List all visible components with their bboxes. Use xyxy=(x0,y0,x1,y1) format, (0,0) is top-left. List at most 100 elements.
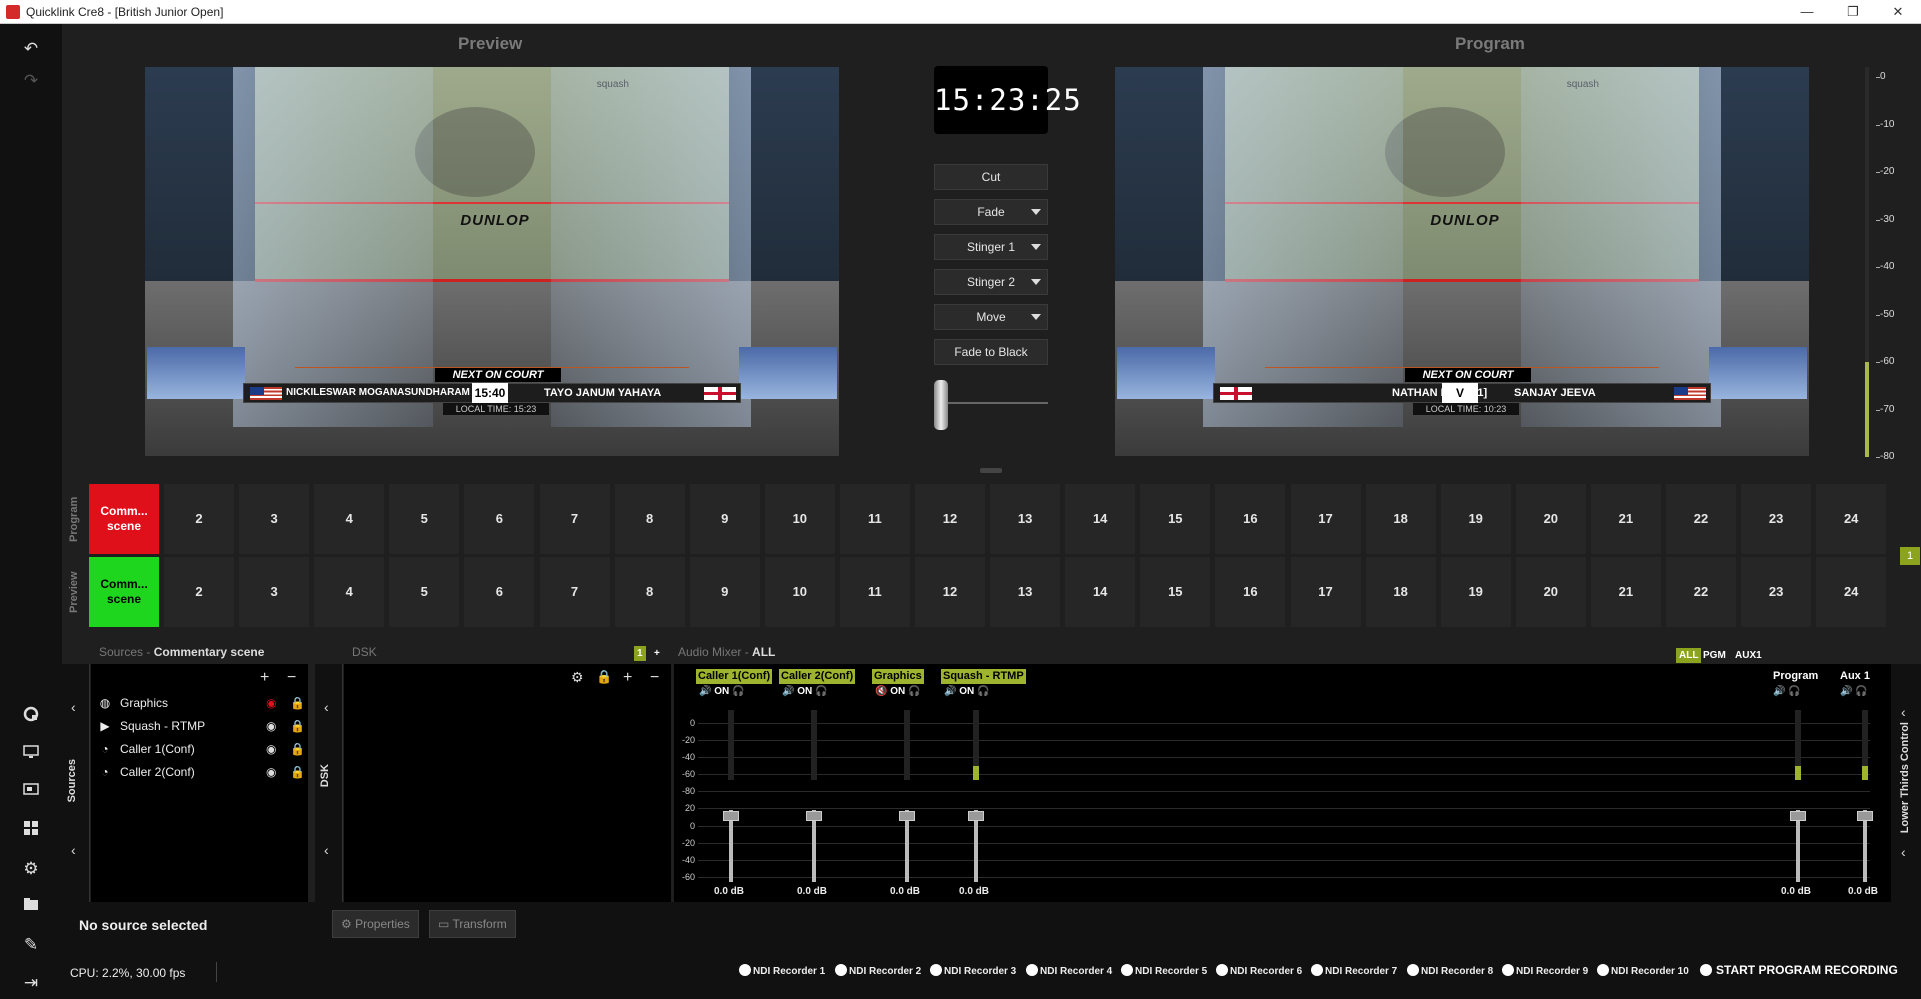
ndi-recorder-toggle[interactable]: NDI Recorder 4 xyxy=(1026,964,1112,977)
magic-wand-icon[interactable]: ✎ xyxy=(0,930,62,960)
chevron-down-icon[interactable] xyxy=(1031,314,1041,320)
channel-fader-knob[interactable] xyxy=(806,811,822,821)
gear-icon[interactable]: ⚙ xyxy=(571,669,584,686)
speaker-muted-icon[interactable]: 🔇 xyxy=(875,686,890,697)
preview-scene-19[interactable]: 19 xyxy=(1440,557,1511,627)
chevron-left-icon[interactable]: ‹ xyxy=(71,842,76,858)
ndi-recorder-toggle[interactable]: NDI Recorder 9 xyxy=(1502,964,1588,977)
speaker-icon[interactable]: 🔊 xyxy=(782,686,797,697)
remove-source-icon[interactable]: − xyxy=(287,669,296,687)
headphones-icon[interactable]: 🎧 xyxy=(1788,686,1800,697)
redo-icon[interactable]: ↷ xyxy=(0,66,62,96)
mixer-channel-name[interactable]: Graphics xyxy=(872,669,924,684)
preview-scene-8[interactable]: 8 xyxy=(614,557,685,627)
preview-scene-15[interactable]: 15 xyxy=(1140,557,1211,627)
lower-thirds-side[interactable]: ‹ Lower Thirds Control ‹ xyxy=(1891,664,1921,902)
ndi-recorder-toggle[interactable]: NDI Recorder 10 xyxy=(1597,964,1689,977)
program-scene-18[interactable]: 18 xyxy=(1365,484,1436,554)
grid-layout-icon[interactable] xyxy=(0,816,62,846)
program-scene-10[interactable]: 10 xyxy=(764,484,835,554)
program-scene-16[interactable]: 16 xyxy=(1215,484,1286,554)
program-scene-6[interactable]: 6 xyxy=(464,484,535,554)
ndi-recorder-toggle[interactable]: NDI Recorder 7 xyxy=(1311,964,1397,977)
preview-scene-13[interactable]: 13 xyxy=(990,557,1061,627)
eye-icon[interactable]: ◉ xyxy=(266,742,276,756)
stinger2-button[interactable]: Stinger 2 xyxy=(934,269,1048,295)
dsk-badge[interactable]: 1 xyxy=(634,646,646,661)
preview-scene-7[interactable]: 7 xyxy=(539,557,610,627)
speaker-icon[interactable]: 🔊 xyxy=(944,686,959,697)
preview-scene-12[interactable]: 12 xyxy=(915,557,985,627)
preview-scene-6[interactable]: 6 xyxy=(464,557,535,627)
channel-fader-knob[interactable] xyxy=(968,811,984,821)
program-scene-2[interactable]: 2 xyxy=(164,484,234,554)
panel-resize-handle[interactable] xyxy=(980,468,1002,473)
chevron-down-icon[interactable] xyxy=(1031,279,1041,285)
mixer-channel-name[interactable]: Squash - RTMP xyxy=(941,669,1026,684)
source-item[interactable]: ◍ Graphics xyxy=(98,692,168,714)
close-button[interactable]: ✕ xyxy=(1875,0,1921,24)
minimize-button[interactable]: — xyxy=(1784,0,1830,24)
chevron-down-icon[interactable] xyxy=(1031,244,1041,250)
lock-icon[interactable]: 🔒 xyxy=(290,765,305,779)
headphones-icon[interactable]: 🎧 xyxy=(974,686,989,697)
preview-scene-11[interactable]: 11 xyxy=(839,557,910,627)
chevron-left-icon[interactable]: ‹ xyxy=(1901,704,1906,720)
program-scene-13[interactable]: 13 xyxy=(990,484,1061,554)
program-scene-21[interactable]: 21 xyxy=(1590,484,1661,554)
cut-button[interactable]: Cut xyxy=(934,164,1048,190)
add-source-icon[interactable]: + xyxy=(260,669,269,687)
preview-scene-21[interactable]: 21 xyxy=(1590,557,1661,627)
program-scene-5[interactable]: 5 xyxy=(389,484,460,554)
monitor-icon[interactable] xyxy=(0,740,62,770)
program-scene-19[interactable]: 19 xyxy=(1440,484,1511,554)
chevron-left-icon[interactable]: ‹ xyxy=(324,842,329,858)
add-dsk-icon[interactable]: + xyxy=(623,669,632,687)
eye-icon[interactable]: ◉ xyxy=(266,719,276,733)
preview-scene-20[interactable]: 20 xyxy=(1515,557,1586,627)
chevron-left-icon[interactable]: ‹ xyxy=(1901,844,1906,860)
preview-scene-18[interactable]: 18 xyxy=(1365,557,1436,627)
page-badge[interactable]: 1 xyxy=(1900,547,1920,565)
eye-icon[interactable]: ◉ xyxy=(266,765,276,779)
on-label[interactable]: ON xyxy=(797,686,812,697)
preview-scene-24[interactable]: 24 xyxy=(1816,557,1887,627)
program-scene-7[interactable]: 7 xyxy=(539,484,610,554)
ndi-recorder-toggle[interactable]: NDI Recorder 2 xyxy=(835,964,921,977)
preview-scene-9[interactable]: 9 xyxy=(689,557,760,627)
channel-fader-knob[interactable] xyxy=(723,811,739,821)
preview-scene-4[interactable]: 4 xyxy=(314,557,385,627)
preview-scene-3[interactable]: 3 xyxy=(239,557,310,627)
tbar-handle[interactable] xyxy=(934,380,948,430)
source-item[interactable]: ▶ Squash - RTMP xyxy=(98,715,205,737)
on-label[interactable]: ON xyxy=(959,686,974,697)
program-scene-15[interactable]: 15 xyxy=(1140,484,1211,554)
program-scene-20[interactable]: 20 xyxy=(1515,484,1586,554)
program-scene-commentary[interactable]: Comm... scene xyxy=(89,484,159,554)
program-monitor[interactable]: squash DUNLOP NEXT ON COURT NATHAN LAKE … xyxy=(1115,67,1809,456)
transform-button[interactable]: ▭ Transform xyxy=(429,910,516,938)
preview-scene-10[interactable]: 10 xyxy=(764,557,835,627)
chevron-down-icon[interactable] xyxy=(1031,209,1041,215)
start-program-recording-button[interactable]: START PROGRAM RECORDING xyxy=(1700,963,1898,977)
move-button[interactable]: Move xyxy=(934,304,1048,330)
folder-icon[interactable] xyxy=(0,892,62,922)
program-scene-14[interactable]: 14 xyxy=(1065,484,1136,554)
preview-scene-14[interactable]: 14 xyxy=(1065,557,1136,627)
gear-icon[interactable]: ⚙ xyxy=(0,854,62,884)
preview-scene-23[interactable]: 23 xyxy=(1741,557,1812,627)
program-scene-12[interactable]: 12 xyxy=(915,484,985,554)
preview-scene-17[interactable]: 17 xyxy=(1290,557,1361,627)
speaker-icon[interactable]: 🔊 xyxy=(1840,686,1855,697)
mixer-mode-all[interactable]: ALL xyxy=(1676,648,1702,663)
eye-hidden-icon[interactable]: ◉ xyxy=(266,696,276,710)
chevron-left-icon[interactable]: ‹ xyxy=(71,699,76,715)
fade-to-black-button[interactable]: Fade to Black xyxy=(934,339,1048,365)
program-scene-24[interactable]: 24 xyxy=(1816,484,1887,554)
channel-fader-knob[interactable] xyxy=(899,811,915,821)
output-fader-knob[interactable] xyxy=(1790,811,1806,821)
speaker-icon[interactable]: 🔊 xyxy=(1773,686,1788,697)
stinger1-button[interactable]: Stinger 1 xyxy=(934,234,1048,260)
preview-monitor[interactable]: squash DUNLOP NEXT ON COURT NICKILESWAR … xyxy=(145,67,839,456)
ndi-recorder-toggle[interactable]: NDI Recorder 6 xyxy=(1216,964,1302,977)
